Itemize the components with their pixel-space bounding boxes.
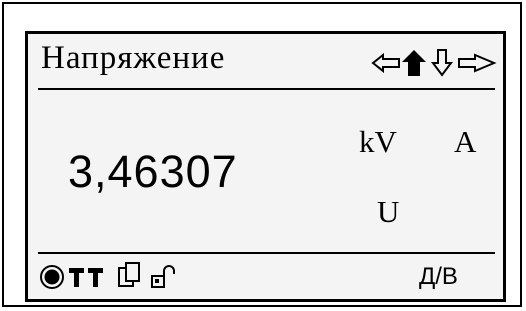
header-divider	[38, 88, 495, 90]
device-frame: Напряжение 3,46307 kV A U Д/В	[2, 2, 522, 307]
arrow-up-filled-icon[interactable]	[402, 50, 426, 76]
lcd-display: Напряжение 3,46307 kV A U Д/В	[25, 31, 506, 302]
arrow-right-outline-icon[interactable]	[458, 53, 497, 73]
unit-kilovolt: kV	[359, 124, 397, 159]
mode-indicator: Д/В	[419, 263, 458, 290]
navigation-arrows	[371, 48, 497, 78]
record-dot-icon	[40, 265, 64, 289]
arrow-left-outline-icon[interactable]	[371, 52, 400, 74]
copy-pages-icon	[118, 262, 140, 287]
unit-ampere: A	[454, 124, 477, 159]
quantity-symbol: U	[377, 194, 400, 229]
status-icons	[40, 262, 200, 292]
footer-divider	[38, 252, 495, 254]
terminal-icon	[88, 268, 103, 287]
unlocked-padlock-icon	[151, 265, 175, 288]
measurement-title: Напряжение	[41, 40, 226, 76]
terminal-icon	[69, 268, 84, 287]
measurement-value: 3,46307	[68, 146, 238, 197]
arrow-down-outline-icon[interactable]	[431, 49, 453, 77]
